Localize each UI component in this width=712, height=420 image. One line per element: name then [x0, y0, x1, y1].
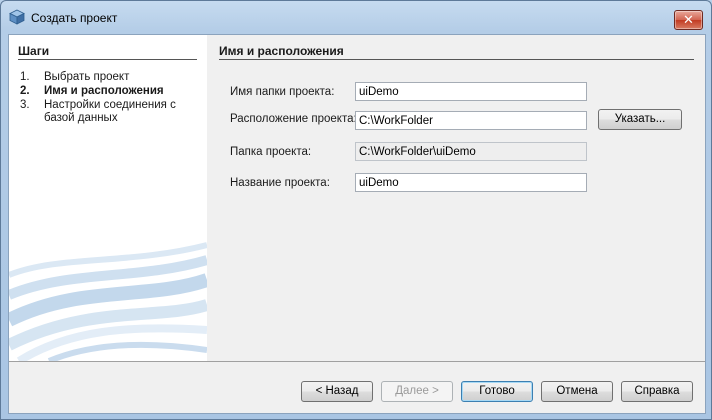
title-bar[interactable]: Создать проект ✕ — [1, 1, 711, 33]
dialog-client-area: Шаги 1. Выбрать проект 2. Имя и располож… — [8, 34, 706, 414]
step-item-name-location: 2. Имя и расположения — [18, 85, 198, 98]
steps-divider — [18, 59, 197, 60]
browse-button[interactable]: Указать... — [598, 109, 682, 130]
step-item-choose-project: 1. Выбрать проект — [18, 71, 198, 84]
project-name-field[interactable] — [355, 173, 587, 192]
project-name-label: Название проекта: — [230, 177, 330, 189]
folder-name-label: Имя папки проекта: — [230, 86, 335, 98]
step-label: Настройки соединения с базой данных — [44, 99, 176, 124]
steps-header: Шаги — [18, 44, 50, 58]
close-button[interactable]: ✕ — [674, 10, 703, 30]
section-title: Имя и расположения — [219, 44, 344, 58]
button-bar-divider — [9, 361, 705, 362]
project-location-field[interactable] — [355, 111, 587, 130]
step-number: 1. — [20, 71, 30, 83]
netbeans-cube-icon — [9, 9, 25, 25]
finish-button[interactable]: Готово — [461, 381, 533, 402]
steps-list: 1. Выбрать проект 2. Имя и расположения … — [18, 71, 198, 126]
close-icon: ✕ — [683, 12, 694, 27]
next-button[interactable]: Далее > — [381, 381, 453, 402]
project-folder-label: Папка проекта: — [230, 146, 312, 158]
back-button[interactable]: < Назад — [301, 381, 373, 402]
step-label: Выбрать проект — [44, 71, 130, 83]
help-button[interactable]: Справка — [621, 381, 693, 402]
cancel-button[interactable]: Отмена — [541, 381, 613, 402]
window-title: Создать проект — [31, 11, 118, 25]
dialog-window: Создать проект ✕ Шаги 1. Выбрать проект … — [0, 0, 712, 420]
step-number: 3. — [20, 99, 30, 111]
section-divider — [219, 59, 694, 60]
step-item-db-connection: 3. Настройки соединения с базой данных — [18, 99, 198, 125]
decorative-swoosh-graphic — [9, 242, 207, 361]
project-folder-field — [355, 142, 587, 161]
steps-panel: Шаги 1. Выбрать проект 2. Имя и располож… — [9, 35, 207, 361]
project-location-label: Расположение проекта: — [230, 113, 357, 125]
folder-name-field[interactable] — [355, 82, 587, 101]
name-location-panel: Имя и расположения Имя папки проекта: Ра… — [207, 35, 705, 361]
step-number: 2. — [20, 85, 30, 97]
step-label: Имя и расположения — [44, 85, 164, 97]
